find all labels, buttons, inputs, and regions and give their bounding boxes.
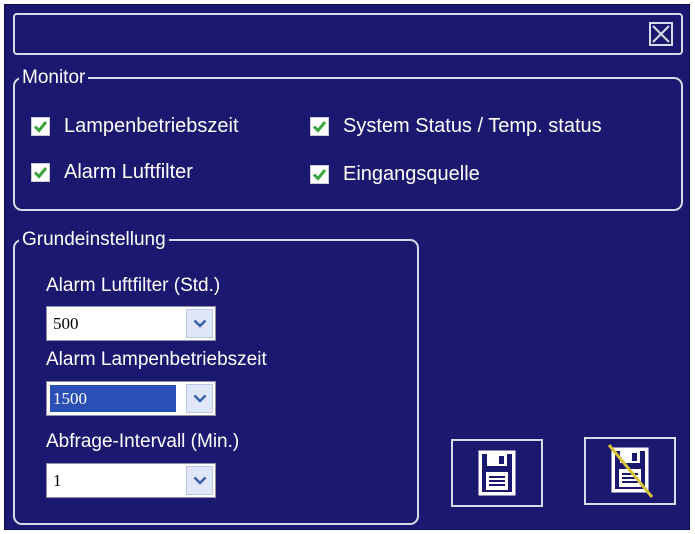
checkmark-icon (33, 167, 48, 179)
checkmark-icon (312, 169, 327, 181)
chevron-down-icon (193, 476, 206, 485)
dropdown-button[interactable] (186, 466, 213, 495)
dropdown-button[interactable] (186, 384, 213, 413)
title-bar (13, 13, 683, 55)
monitor-legend: Monitor (22, 67, 86, 88)
checkbox-box (31, 117, 50, 136)
save-button[interactable] (451, 439, 543, 507)
eingangsquelle-checkbox[interactable]: Eingangsquelle (310, 163, 480, 186)
select-value: 1 (53, 471, 62, 490)
monitor-group: Monitor Lampenbetriebszeit Alarm Luftfil… (13, 67, 683, 211)
chevron-down-icon (193, 319, 206, 328)
system-status-checkbox[interactable]: System Status / Temp. status (310, 115, 602, 138)
grundeinstellung-legend: Grundeinstellung (22, 229, 166, 250)
dropdown-button[interactable] (186, 309, 213, 338)
checkbox-box (31, 163, 50, 182)
checkbox-label: Eingangsquelle (343, 163, 480, 185)
settings-window: Monitor Lampenbetriebszeit Alarm Luftfil… (4, 4, 690, 530)
chevron-down-icon (193, 394, 206, 403)
lampenbetriebszeit-checkbox[interactable]: Lampenbetriebszeit (31, 115, 239, 138)
close-icon (649, 22, 673, 46)
abfrage-intervall-select[interactable]: 1 (46, 463, 216, 498)
floppy-disk-icon (478, 450, 516, 496)
select-value: 500 (53, 314, 79, 333)
checkbox-box (310, 165, 329, 184)
floppy-disk-crossed-icon (607, 444, 654, 498)
checkmark-icon (312, 121, 327, 133)
close-button[interactable] (649, 22, 673, 46)
discard-button[interactable] (584, 437, 676, 505)
alarm-lampenbetriebszeit-label: Alarm Lampenbetriebszeit (46, 349, 267, 370)
select-value: 1500 (49, 384, 177, 413)
alarm-lampenbetriebszeit-select[interactable]: 1500 (46, 381, 216, 416)
checkbox-box (310, 117, 329, 136)
abfrage-intervall-label: Abfrage-Intervall (Min.) (46, 431, 240, 452)
checkmark-icon (33, 121, 48, 133)
alarm-luftfilter-label: Alarm Luftfilter (Std.) (46, 275, 221, 296)
grundeinstellung-group: Grundeinstellung Alarm Luftfilter (Std.)… (13, 229, 419, 525)
checkbox-label: System Status / Temp. status (343, 115, 602, 137)
checkbox-label: Lampenbetriebszeit (64, 115, 239, 137)
alarm-luftfilter-checkbox[interactable]: Alarm Luftfilter (31, 161, 193, 184)
alarm-luftfilter-select[interactable]: 500 (46, 306, 216, 341)
checkbox-label: Alarm Luftfilter (64, 161, 193, 183)
